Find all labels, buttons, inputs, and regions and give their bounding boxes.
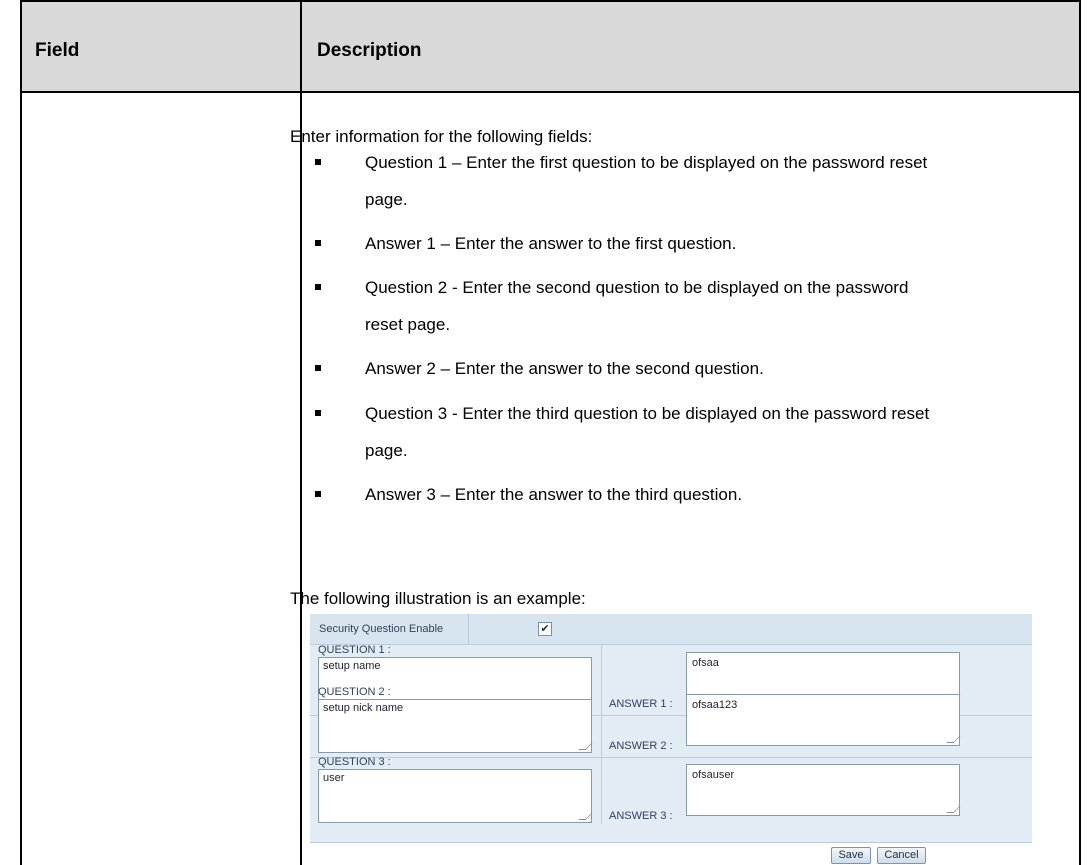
divider <box>468 614 469 644</box>
bullet-line: Question 2 - Enter the second question t… <box>365 278 909 297</box>
answer-2-label: ANSWER 2 : <box>609 740 673 752</box>
answer-3-value: ofsauser <box>692 769 735 781</box>
bullet-icon <box>315 410 321 416</box>
resize-grip-icon[interactable] <box>946 806 961 813</box>
question-row-3-body: QUESTION 3 : user ANSWER 3 : ofsauser <box>310 756 1032 824</box>
header-field: Field <box>35 40 80 61</box>
divider <box>601 756 602 824</box>
bullet-line: Question 3 - Enter the third question to… <box>365 404 930 423</box>
bullet-line: Answer 1 – Enter the answer to the first… <box>365 234 737 253</box>
bullet-icon <box>315 365 321 371</box>
security-question-enable-row: Security Question Enable ✔ <box>310 614 1032 645</box>
bullet-line: Question 1 – Enter the first question to… <box>365 153 928 172</box>
divider <box>601 686 602 757</box>
answer-2-textarea[interactable]: ofsaa123 <box>686 694 961 746</box>
question-2-textarea[interactable]: setup nick name <box>318 699 593 753</box>
resize-grip-icon[interactable] <box>578 813 593 820</box>
header-description: Description <box>317 40 422 61</box>
bullet-line: page. <box>365 190 408 209</box>
save-button[interactable]: Save <box>831 847 871 864</box>
resize-grip-icon[interactable] <box>946 736 961 743</box>
question-row-2: QUESTION 2 : setup nick name ANSWER 2 : … <box>310 686 1032 758</box>
bullet-icon <box>315 491 321 497</box>
table-header-row: Field Description <box>22 0 1079 93</box>
bullet-line: Answer 2 – Enter the answer to the secon… <box>365 359 764 378</box>
question-3-label: QUESTION 3 : <box>318 756 391 768</box>
bullet-icon <box>315 159 321 165</box>
illustration-bottom-border <box>310 842 1032 843</box>
question-2-label: QUESTION 2 : <box>318 686 391 698</box>
answer-2-value: ofsaa123 <box>692 699 738 711</box>
security-question-enable-label: Security Question Enable <box>319 623 444 635</box>
question-3-value: user <box>323 772 345 784</box>
cancel-button[interactable]: Cancel <box>877 847 926 864</box>
bullet-line: page. <box>365 441 408 460</box>
example-caption: The following illustration is an example… <box>290 589 586 608</box>
bullet-icon <box>315 284 321 290</box>
question-2-value: setup nick name <box>323 702 404 714</box>
answer-1-value: ofsaa <box>692 657 719 669</box>
question-1-value: setup name <box>323 660 381 672</box>
question-3-textarea[interactable]: user <box>318 769 593 823</box>
resize-grip-icon[interactable] <box>578 743 593 750</box>
security-question-enable-checkbox[interactable]: ✔ <box>538 622 552 636</box>
question-1-label: QUESTION 1 : <box>318 644 391 656</box>
answer-3-label: ANSWER 3 : <box>609 810 673 822</box>
security-question-illustration: Security Question Enable ✔ QUESTION 1 : … <box>310 614 1032 865</box>
answer-3-textarea[interactable]: ofsauser <box>686 764 961 816</box>
bullet-icon <box>315 240 321 246</box>
bullet-line: Answer 3 – Enter the answer to the third… <box>365 485 743 504</box>
bullet-line: reset page. <box>365 315 451 334</box>
